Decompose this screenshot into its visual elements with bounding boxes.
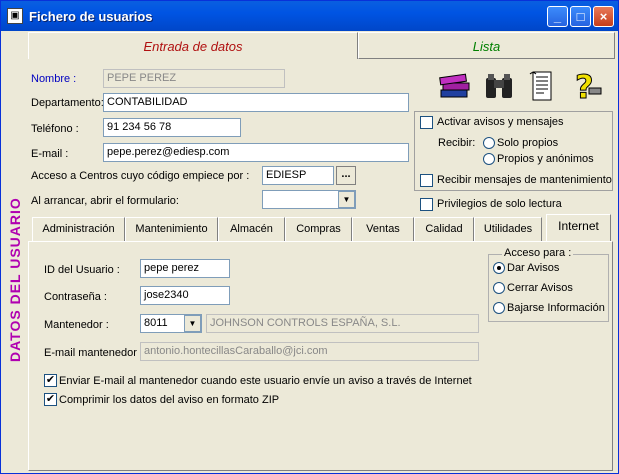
mantenedor-dropdown-arrow-icon[interactable]: ▼ [184,315,201,332]
maximize-button[interactable]: □ [570,6,591,27]
tab-internet[interactable]: Internet [546,214,611,242]
email-label: E-mail : [31,148,69,160]
enviar-email-checkbox[interactable]: ✔ [44,374,57,387]
solo-propios-label: Solo propios [497,137,559,149]
password-field[interactable]: jose2340 [140,286,230,305]
tab-utilidades[interactable]: Utilidades [474,217,542,241]
mensajes-mantenimiento-checkbox[interactable] [420,174,433,187]
svg-text:?: ? [575,68,594,104]
acceso-label: Acceso a Centros cuyo código empiece por… [31,170,250,182]
dar-avisos-radio[interactable] [493,262,505,274]
arrancar-dropdown-arrow-icon[interactable]: ▼ [338,191,355,208]
document-icon[interactable] [525,68,561,104]
departamento-label: Departamento: [31,97,104,109]
bajarse-informacion-label: Bajarse Información [507,302,605,314]
email-mantenedor-field[interactable]: antonio.hontecillasCaraballo@jci.com [140,342,479,361]
email-field[interactable]: pepe.perez@ediesp.com [103,143,409,162]
enviar-email-label: Enviar E-mail al mantenedor cuando este … [59,375,472,387]
app-icon: ▣ [7,8,23,24]
cerrar-avisos-radio[interactable] [493,282,505,294]
comprimir-checkbox[interactable]: ✔ [44,393,57,406]
telefono-label: Teléfono : [31,123,79,135]
tab-entrada-datos[interactable]: Entrada de datos [28,32,358,59]
propios-anonimos-radio[interactable] [483,153,495,165]
tab-compras[interactable]: Compras [285,217,352,241]
email-mantenedor-label: E-mail mantenedor : [44,347,144,359]
dar-avisos-label: Dar Avisos [507,262,560,274]
id-usuario-field[interactable]: pepe perez [140,259,230,278]
acceso-browse-button[interactable]: ... [336,166,356,185]
tab-almacen[interactable]: Almacén [218,217,285,241]
minimize-button[interactable]: _ [547,6,568,27]
privilegios-label: Privilegios de solo lectura [437,198,562,210]
arrancar-label: Al arrancar, abrir el formulario: [31,195,179,207]
telefono-field[interactable]: 91 234 56 78 [103,118,241,137]
bajarse-informacion-radio[interactable] [493,302,505,314]
departamento-field[interactable]: CONTABILIDAD [103,93,409,112]
nombre-label: Nombre : [31,73,77,85]
solo-propios-radio[interactable] [483,137,495,149]
tab-administracion[interactable]: Administración [32,217,125,241]
close-button[interactable]: × [593,6,614,27]
activar-avisos-checkbox[interactable] [420,116,433,129]
tab-calidad[interactable]: Calidad [414,217,474,241]
propios-anonimos-label: Propios y anónimos [497,153,594,165]
privilegios-checkbox[interactable] [420,198,433,211]
comprimir-label: Comprimir los datos del aviso en formato… [59,394,280,406]
activar-avisos-label: Activar avisos y mensajes [437,116,564,128]
password-label: Contraseña : [44,291,107,303]
window-title: Fichero de usuarios [29,9,153,24]
books-icon[interactable] [437,68,473,104]
help-icon[interactable]: ? [569,68,605,104]
mantenedor-name-field[interactable]: JOHNSON CONTROLS ESPAÑA, S.L. [206,314,479,333]
binoculars-icon[interactable] [481,68,517,104]
acceso-para-title: Acceso para : [502,247,574,259]
sidebar-title: DATOS DEL USUARIO [7,197,23,362]
id-usuario-label: ID del Usuario : [44,264,120,276]
tab-mantenimiento[interactable]: Mantenimiento [125,217,218,241]
nombre-field[interactable]: PEPE PEREZ [103,69,285,88]
cerrar-avisos-label: Cerrar Avisos [507,282,573,294]
title-bar[interactable]: ▣ Fichero de usuarios _ □ × [1,1,618,31]
tab-lista[interactable]: Lista [358,32,615,59]
mensajes-mantenimiento-label: Recibir mensajes de mantenimiento [437,174,612,186]
mantenedor-label: Mantenedor : [44,319,109,331]
recibir-label: Recibir: [438,137,476,149]
acceso-field[interactable]: EDIESP [262,166,334,185]
main-window: ▣ Fichero de usuarios _ □ × DATOS DEL US… [0,0,619,474]
tab-ventas[interactable]: Ventas [352,217,414,241]
sidebar-strip: DATOS DEL USUARIO [5,32,27,472]
